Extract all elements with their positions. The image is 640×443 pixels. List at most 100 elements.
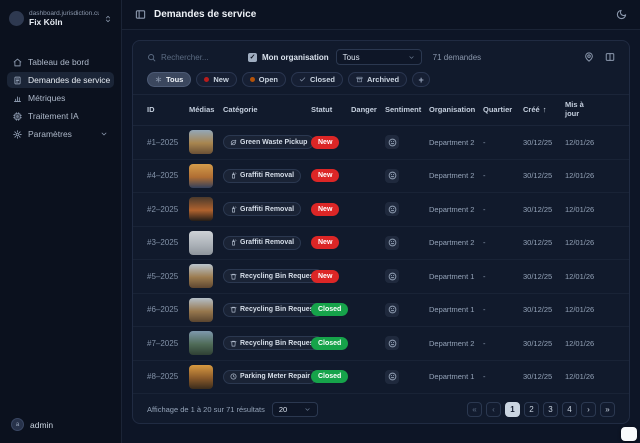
chip-open[interactable]: Open [242, 72, 286, 87]
page-button-3[interactable]: 3 [543, 402, 558, 417]
check-icon [299, 76, 306, 83]
status-badge: New [311, 169, 339, 182]
table-row[interactable]: #5–2025 Recycling Bin Request New Depart… [133, 260, 629, 294]
cpu-icon [13, 112, 22, 121]
quartier-cell: - [483, 372, 523, 381]
organisation-cell: Department 1 [429, 372, 483, 381]
request-count: 71 demandes [433, 53, 481, 62]
chip-tous[interactable]: Tous [147, 72, 191, 87]
widget-button[interactable] [621, 427, 637, 441]
col-quartier[interactable]: Quartier [483, 106, 523, 115]
created-date: 30/12/25 [523, 205, 565, 214]
sidebar-item-label: Demandes de service [28, 75, 110, 85]
col-mis-a-jour[interactable]: Mis à jour [565, 101, 595, 118]
created-date: 30/12/25 [523, 138, 565, 147]
quartier-cell: - [483, 205, 523, 214]
category-badge: Recycling Bin Request [223, 269, 323, 283]
created-date: 30/12/25 [523, 372, 565, 381]
page-button-2[interactable]: 2 [524, 402, 539, 417]
search-box[interactable] [147, 53, 233, 62]
my-organisation-toggle[interactable]: ✓ Mon organisation [248, 53, 329, 62]
prev-page-button[interactable]: ‹ [486, 402, 501, 417]
sidebar-item-traitement-ia[interactable]: Traitement IA [7, 108, 114, 124]
sentiment-neutral-icon [388, 339, 397, 348]
col-statut[interactable]: Statut [311, 106, 351, 115]
page-button-1[interactable]: 1 [505, 402, 520, 417]
first-page-button[interactable]: « [467, 402, 482, 417]
col-medias[interactable]: Médias [189, 106, 223, 115]
topbar: Demandes de service [122, 0, 640, 30]
request-id: #4–2025 [147, 171, 189, 180]
media-thumbnail[interactable] [189, 164, 213, 188]
media-thumbnail[interactable] [189, 197, 213, 221]
user-menu[interactable]: a admin [7, 416, 114, 433]
updated-date: 12/01/26 [565, 372, 615, 381]
sentiment-badge [385, 169, 399, 183]
quartier-cell: - [483, 272, 523, 281]
add-filter-button[interactable]: + [412, 72, 430, 87]
next-page-button[interactable]: › [581, 402, 596, 417]
col-sentiment[interactable]: Sentiment [385, 106, 429, 115]
page-button-4[interactable]: 4 [562, 402, 577, 417]
category-icon [230, 373, 237, 380]
page-size-value: 20 [279, 405, 287, 414]
chevrons-up-down-icon [104, 15, 112, 23]
map-pin-icon[interactable] [584, 52, 594, 62]
sidebar-item-tableau-de-bord[interactable]: Tableau de bord [7, 54, 114, 70]
search-input[interactable] [161, 53, 231, 62]
last-page-button[interactable]: » [600, 402, 615, 417]
col-categorie[interactable]: Catégorie [223, 106, 311, 115]
table-footer: Affichage de 1 à 20 sur 71 résultats 20 … [133, 394, 629, 424]
updated-date: 12/01/26 [565, 138, 615, 147]
sidebar-item-parametres[interactable]: Paramètres [7, 126, 114, 142]
sidebar-item-metriques[interactable]: Métriques [7, 90, 114, 106]
chevron-down-icon [100, 130, 108, 138]
chip-archived[interactable]: Archived [348, 72, 407, 87]
category-label: Green Waste Pickup [240, 139, 307, 146]
table-row[interactable]: #7–2025 Recycling Bin Request Closed Dep… [133, 327, 629, 361]
checkbox-checked-icon[interactable]: ✓ [248, 53, 257, 62]
organisation-select[interactable]: Tous [336, 49, 422, 65]
page-size-select[interactable]: 20 [272, 402, 318, 417]
pagination: « ‹ 1 2 3 4 › » [467, 402, 615, 417]
chip-new[interactable]: New [196, 72, 236, 87]
panel-left-icon[interactable] [135, 9, 146, 20]
media-thumbnail[interactable] [189, 130, 213, 154]
chip-closed[interactable]: Closed [291, 72, 343, 87]
moon-icon[interactable] [616, 9, 627, 20]
workspace-avatar [9, 11, 24, 26]
page-title: Demandes de service [154, 9, 256, 20]
table-row[interactable]: #1–2025 Green Waste Pickup New Departmen… [133, 126, 629, 160]
organisation-cell: Department 2 [429, 138, 483, 147]
workspace-switcher[interactable]: dashboard.jurisdiction.curr... Fix Köln [7, 9, 114, 28]
media-thumbnail[interactable] [189, 298, 213, 322]
media-thumbnail[interactable] [189, 264, 213, 288]
request-id: #5–2025 [147, 272, 189, 281]
chip-label: Closed [310, 75, 335, 84]
sentiment-neutral-icon [388, 205, 397, 214]
col-organisation[interactable]: Organisation [429, 106, 483, 115]
category-label: Graffiti Removal [240, 206, 294, 213]
status-filter-chips: Tous New Open Closed Archived [147, 72, 615, 87]
media-thumbnail[interactable] [189, 331, 213, 355]
columns-icon[interactable] [605, 52, 615, 62]
sidebar-item-label: Métriques [28, 93, 65, 103]
table-header: ID Médias Catégorie Statut Danger Sentim… [133, 94, 629, 126]
table-row[interactable]: #4–2025 Graffiti Removal New Department … [133, 160, 629, 194]
col-cree[interactable]: Créé ↑ [523, 106, 565, 115]
table-row[interactable]: #2–2025 Graffiti Removal New Department … [133, 193, 629, 227]
media-thumbnail[interactable] [189, 231, 213, 255]
table-row[interactable]: #6–2025 Recycling Bin Request Closed Dep… [133, 294, 629, 328]
category-icon [230, 239, 237, 246]
sentiment-badge [385, 135, 399, 149]
media-thumbnail[interactable] [189, 365, 213, 389]
chip-label: Open [259, 75, 278, 84]
table-row[interactable]: #8–2025 Parking Meter Repair Closed Depa… [133, 361, 629, 395]
table-row[interactable]: #3–2025 Graffiti Removal New Department … [133, 227, 629, 261]
sentiment-neutral-icon [388, 272, 397, 281]
category-badge: Graffiti Removal [223, 236, 301, 250]
request-id: #1–2025 [147, 138, 189, 147]
sidebar-item-demandes-de-service[interactable]: Demandes de service [7, 72, 114, 88]
col-id[interactable]: ID [147, 106, 189, 115]
col-danger[interactable]: Danger [351, 106, 385, 115]
